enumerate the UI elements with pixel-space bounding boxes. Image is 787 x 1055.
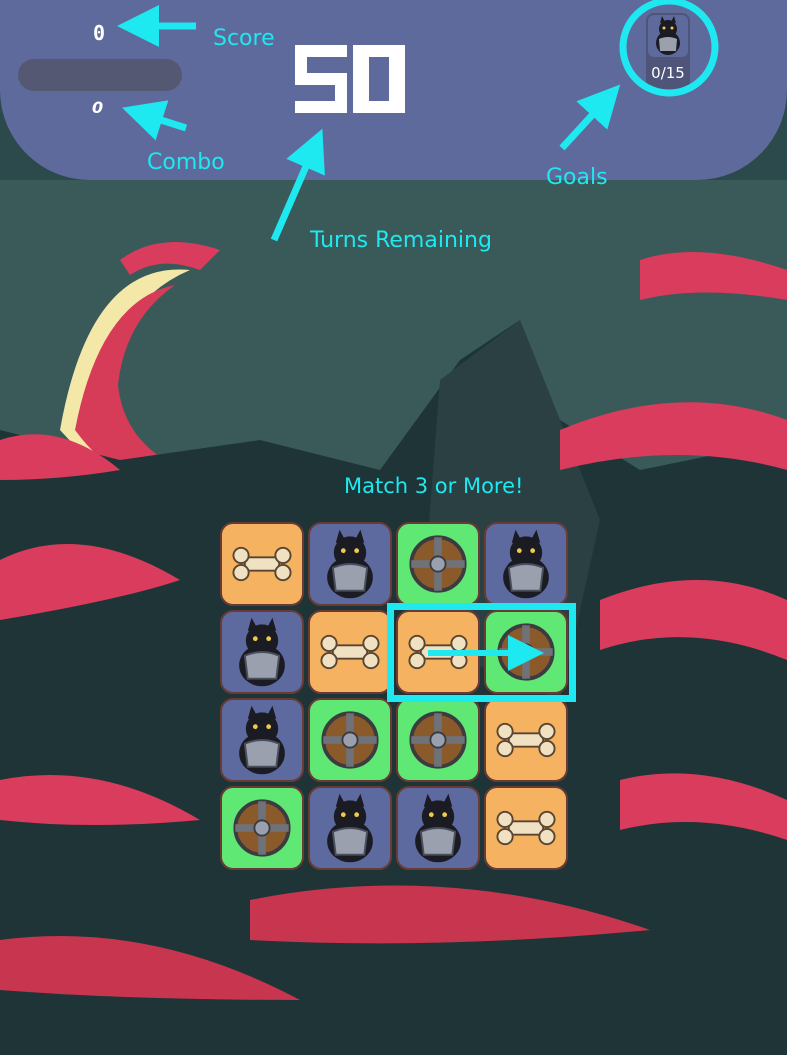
- swap-arrow-layer: [428, 635, 544, 671]
